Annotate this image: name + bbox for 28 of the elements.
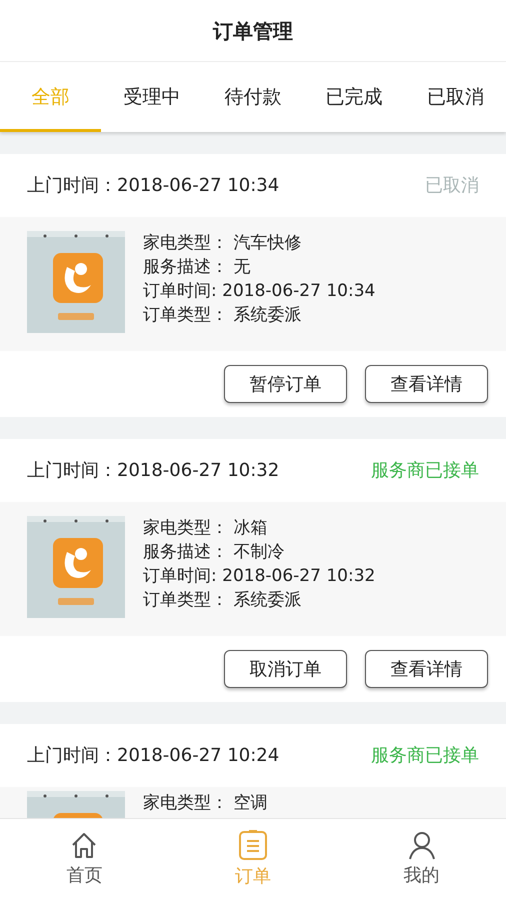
order-button[interactable]: 取消订单 <box>224 650 347 688</box>
detail-line: 订单时间: 2018-06-27 10:32 <box>143 565 376 588</box>
tab[interactable]: 已取消 <box>404 62 506 132</box>
person-icon <box>406 830 437 860</box>
detail-line: 家电类型： 汽车快修 <box>143 232 302 255</box>
order-button[interactable]: 暂停订单 <box>224 365 347 403</box>
order-button[interactable]: 查看详情 <box>365 365 488 403</box>
detail-line: 订单类型： 系统委派 <box>143 589 302 612</box>
visit-time: 上门时间：2018-06-27 10:34 <box>27 174 280 198</box>
detail-line: 订单时间: 2018-06-27 10:34 <box>143 280 376 303</box>
order-status: 已取消 <box>425 174 479 198</box>
visit-time: 上门时间：2018-06-27 10:32 <box>27 459 280 483</box>
order-status: 服务商已接单 <box>371 459 479 483</box>
tab[interactable]: 受理中 <box>101 62 202 132</box>
nav-tab[interactable]: 我的 <box>337 819 506 900</box>
order-status: 服务商已接单 <box>371 744 479 768</box>
detail-line: 服务描述： 不制冷 <box>143 541 286 564</box>
clipboard-icon <box>238 829 268 861</box>
detail-line: 订单类型： 系统委派 <box>143 304 302 327</box>
detail-line: 服务描述： 无 <box>143 256 252 279</box>
page-title: 订单管理 <box>213 18 293 44</box>
tab[interactable]: 待付款 <box>202 62 304 132</box>
tab[interactable]: 已完成 <box>304 62 405 132</box>
nav-tab[interactable]: 首页 <box>0 819 169 900</box>
order-button[interactable]: 查看详情 <box>365 650 488 688</box>
detail-line: 家电类型： 空调 <box>143 792 268 815</box>
detail-line: 家电类型： 冰箱 <box>143 517 268 540</box>
visit-time: 上门时间：2018-06-27 10:24 <box>27 744 280 768</box>
